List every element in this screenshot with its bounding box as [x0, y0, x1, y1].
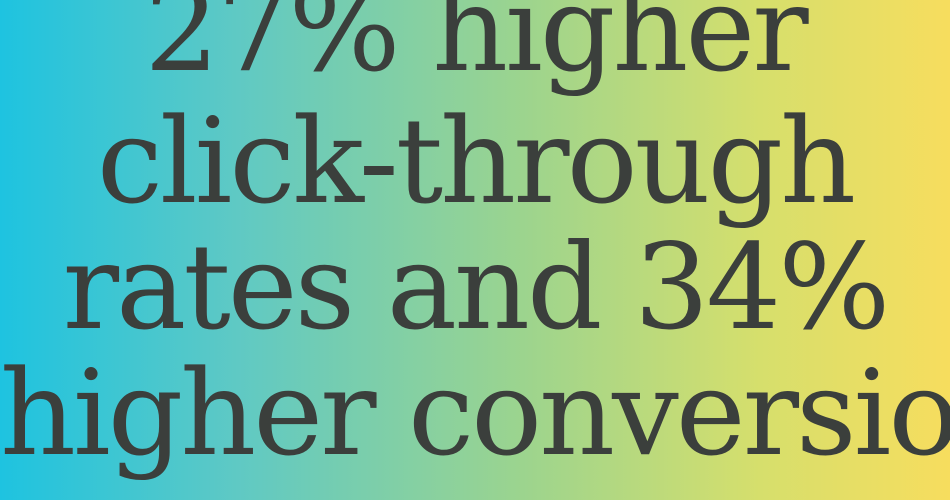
gradient-background: 27% higher click-through rates and 34% h… [0, 0, 950, 500]
headline-line-4: higher conversion [0, 344, 950, 482]
headline-line-3: rates and 34% [62, 218, 891, 356]
headline-line-1: 27% higher [144, 0, 808, 98]
headline-line-2: click-through [96, 92, 856, 230]
headline: 27% higher click-through rates and 34% h… [0, 0, 950, 500]
